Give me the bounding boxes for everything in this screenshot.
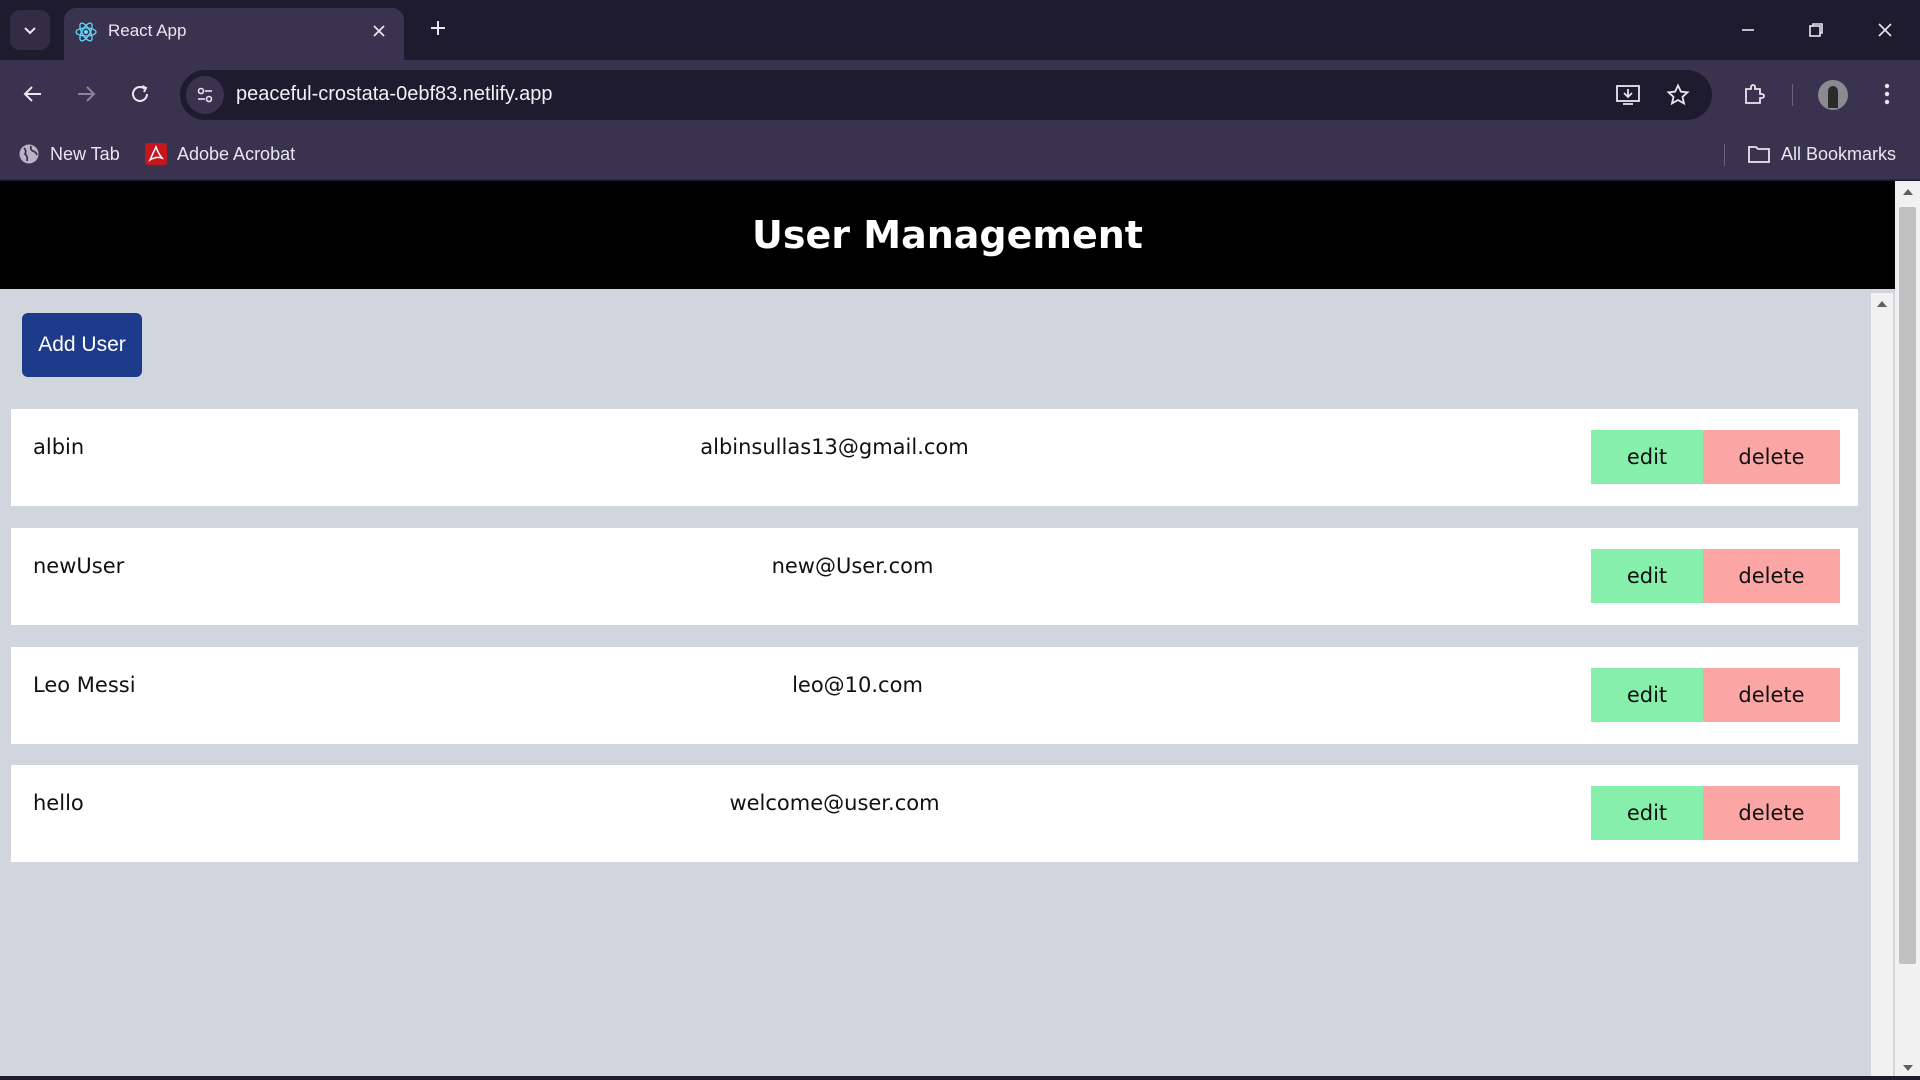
forward-button[interactable]	[66, 74, 106, 114]
delete-button[interactable]: delete	[1703, 549, 1840, 603]
url-text[interactable]: peaceful-crostata-0ebf83.netlify.app	[236, 83, 553, 106]
window-bottom-edge	[0, 1076, 1920, 1080]
bookmark-label: New Tab	[50, 143, 120, 164]
user-email: new@User.com	[771, 554, 934, 578]
page-scrollbar[interactable]	[1895, 181, 1920, 1080]
browser-toolbar: peaceful-crostata-0ebf83.netlify.app	[0, 60, 1920, 128]
back-button[interactable]	[13, 74, 53, 114]
minimize-button[interactable]	[1723, 10, 1773, 50]
address-bar[interactable]: peaceful-crostata-0ebf83.netlify.app	[180, 70, 1712, 120]
delete-button[interactable]: delete	[1703, 668, 1840, 722]
page-header: User Management	[0, 181, 1895, 289]
add-user-button[interactable]: Add User	[22, 313, 142, 377]
tab-close-button[interactable]	[368, 20, 390, 42]
content-scrollbar[interactable]	[1871, 293, 1893, 1080]
bookmarks-separator	[1724, 144, 1725, 166]
user-row: albin albinsullas13@gmail.com edit delet…	[11, 409, 1858, 506]
all-bookmarks-label: All Bookmarks	[1781, 143, 1897, 164]
user-email: albinsullas13@gmail.com	[700, 435, 969, 459]
profile-avatar[interactable]	[1818, 80, 1848, 110]
bookmark-adobe-acrobat[interactable]: Adobe Acrobat	[145, 138, 295, 170]
toolbar-separator	[1792, 84, 1793, 106]
star-icon	[1666, 83, 1690, 106]
page-title: User Management	[752, 213, 1143, 257]
scroll-up-arrow-icon[interactable]	[1902, 189, 1913, 195]
new-tab-button[interactable]	[422, 12, 454, 44]
reload-icon	[132, 85, 148, 102]
bookmark-label: Adobe Acrobat	[177, 143, 296, 164]
plus-icon	[431, 21, 445, 35]
restore-icon	[1809, 23, 1823, 37]
react-icon	[75, 22, 97, 42]
edit-button[interactable]: edit	[1591, 668, 1703, 722]
arrow-left-icon	[23, 86, 41, 102]
tab-search-button[interactable]	[10, 10, 50, 50]
delete-button[interactable]: delete	[1703, 786, 1840, 840]
user-email: leo@10.com	[792, 673, 923, 697]
more-vertical-icon	[1884, 83, 1890, 105]
install-icon	[1616, 85, 1640, 105]
tab-strip: React App	[0, 0, 1920, 60]
puzzle-icon	[1745, 84, 1765, 104]
user-row: Leo Messi leo@10.com edit delete	[11, 647, 1858, 744]
edit-button[interactable]: edit	[1591, 549, 1703, 603]
user-email: welcome@user.com	[729, 791, 940, 815]
bookmarks-bar: New Tab Adobe Acrobat All Bookmarks	[0, 128, 1920, 180]
edit-button[interactable]: edit	[1591, 786, 1703, 840]
extensions-button[interactable]	[1734, 74, 1774, 114]
minimize-icon	[1742, 29, 1754, 31]
delete-button[interactable]: delete	[1703, 430, 1840, 484]
close-icon	[373, 25, 385, 37]
scroll-down-arrow-icon[interactable]	[1902, 1065, 1913, 1071]
tab-title: React App	[108, 21, 187, 40]
browser-menu-button[interactable]	[1867, 74, 1907, 114]
site-info-button[interactable]	[186, 76, 224, 114]
page-viewport: User Management Add User albin albinsull…	[0, 181, 1920, 1080]
restore-button[interactable]	[1791, 10, 1841, 50]
acrobat-icon	[145, 143, 167, 165]
scrollbar-thumb[interactable]	[1899, 207, 1916, 964]
bookmark-new-tab[interactable]: New Tab	[18, 138, 120, 170]
close-icon	[1878, 23, 1892, 37]
globe-icon	[19, 144, 39, 164]
arrow-right-icon	[78, 86, 96, 102]
close-window-button[interactable]	[1860, 10, 1910, 50]
browser-tab[interactable]: React App	[64, 8, 404, 60]
install-app-button[interactable]	[1613, 80, 1643, 110]
user-row: newUser new@User.com edit delete	[11, 528, 1858, 625]
reload-button[interactable]	[120, 74, 160, 114]
scroll-up-arrow-icon[interactable]	[1877, 301, 1887, 307]
user-row: hello welcome@user.com edit delete	[11, 765, 1858, 862]
all-bookmarks-button[interactable]: All Bookmarks	[1747, 138, 1896, 170]
bookmark-star-button[interactable]	[1663, 80, 1693, 110]
folder-icon	[1748, 146, 1770, 163]
edit-button[interactable]: edit	[1591, 430, 1703, 484]
chevron-down-icon	[24, 27, 36, 35]
tune-icon	[197, 87, 213, 103]
